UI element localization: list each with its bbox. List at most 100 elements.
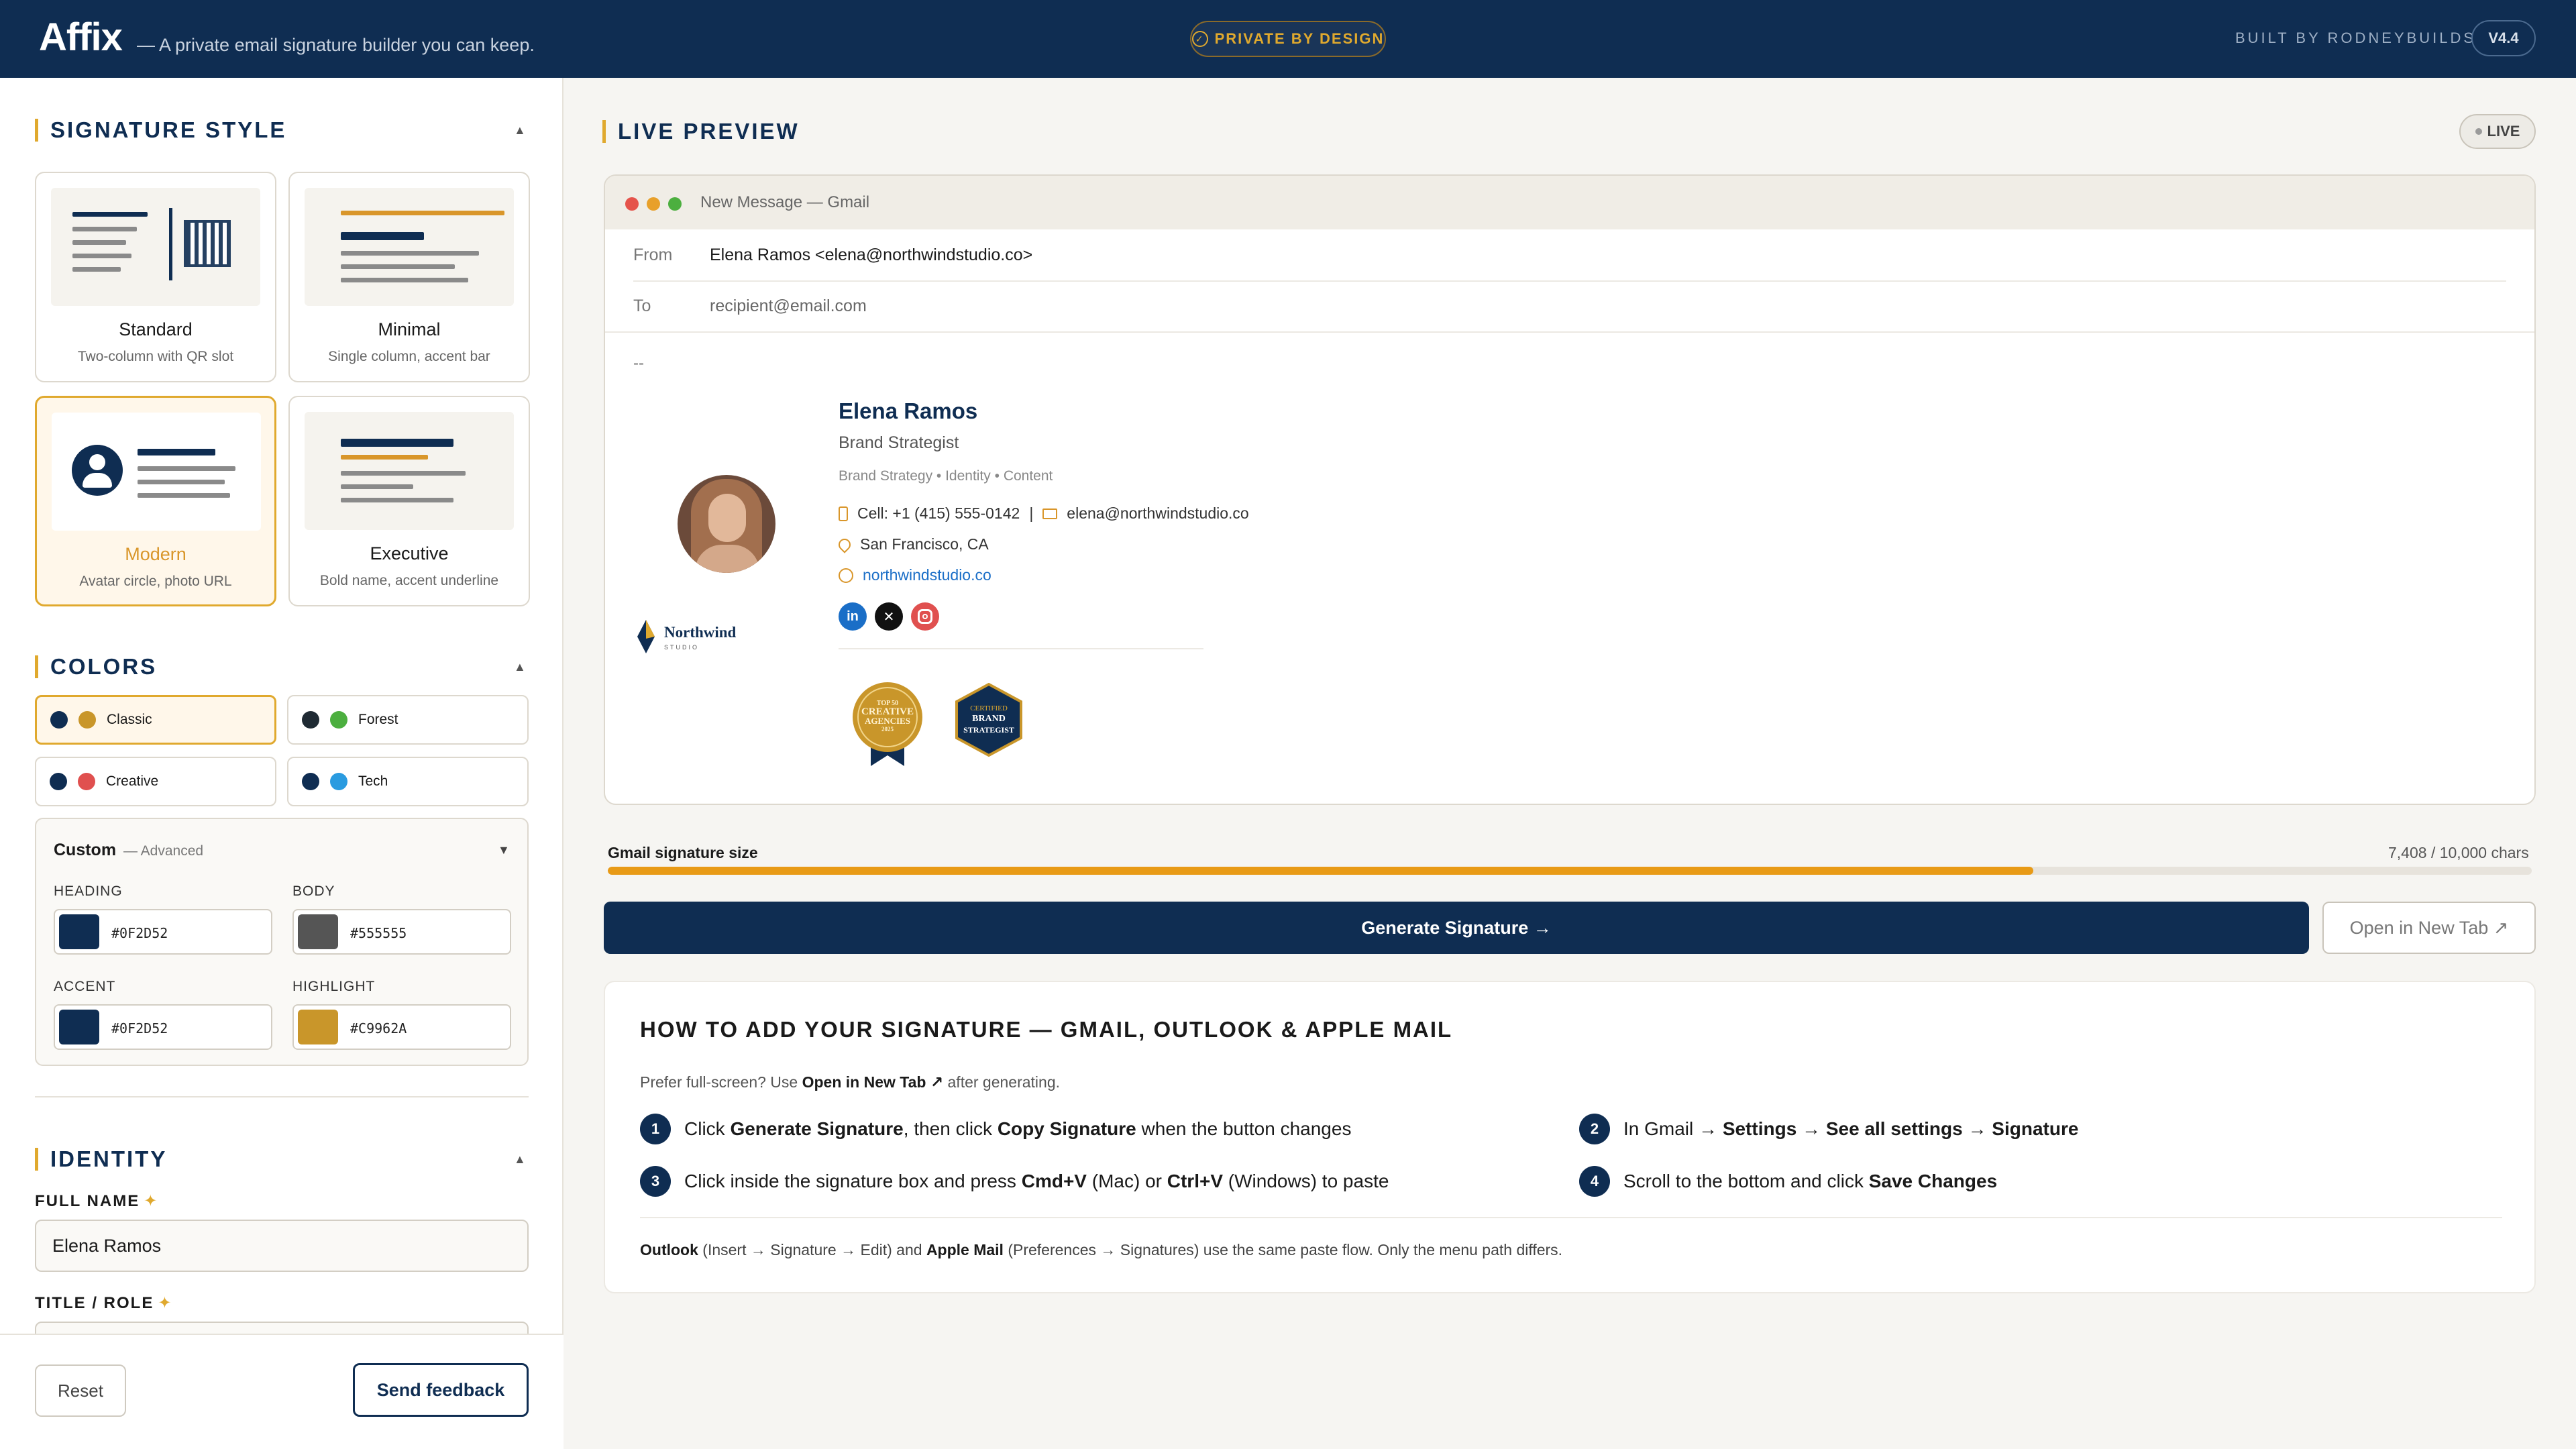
award-badge: TOP 50 CREATIVE AGENCIES 2025 [851, 680, 924, 767]
badge-line: BRAND [972, 714, 1006, 724]
howto-note: Outlook (Insert → Signature → Edit) and … [640, 1241, 1563, 1258]
color-preset-tech[interactable]: Tech [287, 757, 529, 806]
signature-phone: Cell: +1 (415) 555-0142 [857, 504, 1020, 522]
step-number: 2 [1579, 1114, 1610, 1144]
signature-divider [839, 648, 1203, 649]
brand-logo: Affix [39, 15, 123, 59]
live-dot-icon [2475, 128, 2482, 135]
heading-color-field[interactable]: #0F2D52 [54, 909, 272, 955]
color-preset-label: Tech [358, 773, 388, 789]
sidebar: SIGNATURE STYLE ▲ Standard Two-column wi… [0, 78, 564, 1449]
identity-heading: IDENTITY [50, 1146, 168, 1171]
signature-email: elena@northwindstudio.co [1067, 504, 1249, 522]
badge-line: CERTIFIED [970, 704, 1008, 712]
qr-code-icon [184, 220, 231, 267]
color-dot [330, 711, 347, 729]
highlight-color-field[interactable]: #C9962A [292, 1004, 511, 1050]
full-name-label-text: FULL NAME [35, 1192, 140, 1210]
color-preset-label: Forest [358, 712, 398, 727]
signature-style-header[interactable]: SIGNATURE STYLE [35, 117, 286, 144]
collapse-caret-icon[interactable]: ▲ [514, 123, 526, 138]
title-role-label: TITLE / ROLE ✦ [35, 1293, 172, 1313]
reset-button[interactable]: Reset [35, 1364, 126, 1417]
color-preset-classic[interactable]: Classic [35, 695, 276, 745]
section-divider [35, 1096, 529, 1097]
heading-color-value[interactable]: #0F2D52 [111, 925, 168, 941]
globe-icon [839, 568, 853, 583]
step-number: 3 [640, 1166, 671, 1197]
accent-color-value[interactable]: #0F2D52 [111, 1020, 168, 1036]
style-name: Minimal [378, 319, 441, 339]
step-number: 4 [1579, 1166, 1610, 1197]
version-badge: V4.4 [2471, 20, 2536, 56]
howto-panel: HOW TO ADD YOUR SIGNATURE — GMAIL, OUTLO… [604, 981, 2536, 1293]
custom-colors-title[interactable]: Custom [54, 841, 116, 860]
howto-step: 4 Scroll to the bottom and click Save Ch… [1579, 1166, 1997, 1197]
linkedin-icon[interactable]: in [839, 602, 867, 631]
highlight-color-label: HIGHLIGHT [292, 979, 376, 994]
color-dot [78, 773, 95, 790]
colors-header[interactable]: COLORS [35, 653, 157, 680]
custom-colors-subtitle: — Advanced [123, 843, 204, 859]
accent-bar [35, 119, 38, 142]
collapse-caret-icon[interactable]: ▲ [514, 1152, 526, 1167]
color-preset-forest[interactable]: Forest [287, 695, 529, 745]
signature-title: Brand Strategist [839, 433, 959, 452]
step-text: Click Generate Signature, then click Cop… [684, 1118, 1352, 1139]
signature-website-line: northwindstudio.co [839, 566, 991, 584]
color-dot [302, 711, 319, 729]
modern-thumbnail [52, 413, 261, 531]
step-text: In Gmail → Settings → See all settings →… [1623, 1118, 2079, 1139]
identity-header[interactable]: IDENTITY [35, 1146, 167, 1173]
color-dot [330, 773, 347, 790]
chevron-down-icon[interactable]: ▼ [498, 843, 510, 857]
body-color-field[interactable]: #555555 [292, 909, 511, 955]
brand-tagline: — A private email signature builder you … [137, 35, 535, 55]
style-desc: Bold name, accent underline [319, 573, 499, 588]
certified-badge: CERTIFIED BRAND STRATEGIST [954, 682, 1024, 757]
highlight-color-swatch[interactable] [298, 1010, 338, 1044]
style-card-executive[interactable]: Executive Bold name, accent underline [288, 396, 530, 606]
accent-color-swatch[interactable] [59, 1010, 99, 1044]
signature-size-bar [608, 867, 2532, 875]
accent-bar [35, 655, 38, 678]
x-twitter-icon[interactable]: ✕ [875, 602, 903, 631]
style-name: Modern [125, 544, 186, 564]
color-dot [50, 711, 68, 729]
color-dot [50, 773, 67, 790]
live-preview-header: LIVE PREVIEW [602, 118, 800, 145]
generate-signature-button[interactable]: Generate Signature → [604, 902, 2309, 954]
northwind-logo-icon [637, 620, 655, 653]
badge-line: 2025 [881, 726, 894, 733]
body-color-label: BODY [292, 883, 335, 899]
signature-size-fill [608, 867, 2033, 875]
style-card-modern[interactable]: Modern Avatar circle, photo URL [35, 396, 276, 606]
send-feedback-button[interactable]: Send feedback [353, 1363, 529, 1417]
body-color-value[interactable]: #555555 [350, 925, 407, 941]
body-color-swatch[interactable] [298, 914, 338, 949]
maximize-dot-icon [668, 197, 682, 211]
live-preview-heading: LIVE PREVIEW [618, 119, 800, 144]
style-desc: Single column, accent bar [328, 349, 490, 364]
open-new-tab-button[interactable]: Open in New Tab ↗ [2322, 902, 2536, 954]
color-preset-label: Creative [106, 773, 159, 789]
signature-style-heading: SIGNATURE STYLE [50, 117, 287, 142]
row-divider [633, 280, 2506, 282]
style-card-standard[interactable]: Standard Two-column with QR slot [35, 172, 276, 382]
highlight-color-value[interactable]: #C9962A [350, 1020, 407, 1036]
howto-preference: Prefer full-screen? Use Open in New Tab … [640, 1073, 1060, 1091]
live-badge: LIVE [2459, 114, 2536, 149]
style-card-minimal[interactable]: Minimal Single column, accent bar [288, 172, 530, 382]
color-preset-creative[interactable]: Creative [35, 757, 276, 806]
accent-bar [35, 1148, 38, 1171]
heading-color-swatch[interactable] [59, 914, 99, 949]
full-name-input[interactable]: Elena Ramos [35, 1220, 529, 1272]
instagram-icon[interactable] [911, 602, 939, 631]
accent-color-field[interactable]: #0F2D52 [54, 1004, 272, 1050]
collapse-caret-icon[interactable]: ▲ [514, 660, 526, 674]
built-by-link[interactable]: BUILT BY RODNEYBUILDS [2235, 30, 2476, 47]
privacy-badge-label: PRIVATE BY DESIGN [1214, 30, 1385, 47]
signature-website-link[interactable]: northwindstudio.co [863, 566, 991, 584]
minimal-thumbnail [305, 188, 514, 306]
badge-line: AGENCIES [865, 716, 910, 726]
